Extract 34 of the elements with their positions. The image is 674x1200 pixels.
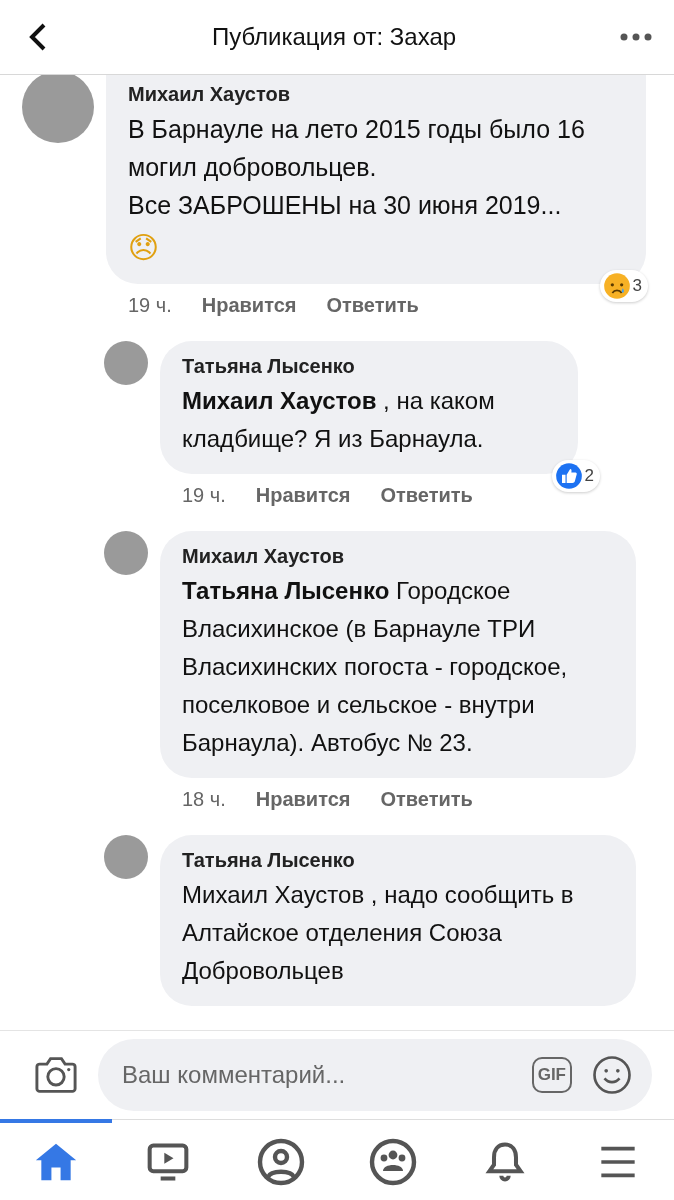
like-link[interactable]: Нравится: [201, 294, 297, 317]
comment-time: 19 ч.: [128, 294, 172, 317]
reaction-badge[interactable]: 3: [599, 270, 648, 302]
comment-text: Татьяна Лысенко Городское Власихинское (в Барнауле ТРИ Власихинских погоста - городское, поселковое и сельское - внутри Барнаула). Автобус № 23.: [182, 576, 569, 758]
author-name[interactable]: Татьяна Лысенко: [182, 849, 612, 872]
reaction-badge[interactable]: 2: [551, 460, 600, 492]
avatar[interactable]: [104, 531, 148, 575]
thumbs-up-icon: [554, 462, 583, 490]
reply-link[interactable]: Ответить: [380, 788, 473, 811]
comment-time: 18 ч.: [182, 788, 226, 811]
author-name[interactable]: Михаил Хаустов: [128, 83, 586, 106]
more-icon[interactable]: [620, 33, 652, 41]
author-name[interactable]: Михаил Хаустов: [182, 545, 612, 568]
back-icon[interactable]: [28, 22, 48, 52]
like-link[interactable]: Нравится: [255, 788, 351, 811]
comment-time: 19 ч.: [182, 484, 226, 507]
comment-text: В Барнауле на лето 2015 годы было 16 могил добровольцев. Все ЗАБРОШЕНЫ на 30 июня 2019...: [128, 114, 586, 221]
smiley-icon[interactable]: [592, 1055, 632, 1095]
page-title: Публикация от: Захар: [211, 23, 457, 51]
like-link[interactable]: Нравится: [255, 484, 351, 507]
groups-icon: [369, 1137, 418, 1186]
author-name[interactable]: Татьяна Лысенко: [182, 355, 554, 378]
reply-link[interactable]: Ответить: [326, 294, 419, 317]
avatar[interactable]: [104, 341, 148, 385]
comment-text: Михаил Хаустов , надо сообщить в Алтайское отделения Союза Добровольцев: [182, 880, 575, 986]
avatar[interactable]: [104, 835, 148, 879]
profile-icon: [256, 1137, 305, 1186]
reply-link[interactable]: Ответить: [380, 484, 473, 507]
comment-field[interactable]: Ваш комментарий... GIF: [98, 1039, 652, 1111]
camera-icon[interactable]: [34, 1055, 78, 1095]
crying-face-icon: [602, 272, 631, 300]
emoji: 😞: [128, 229, 161, 267]
gif-button[interactable]: GIF: [531, 1057, 572, 1093]
comment-text: Михаил Хаустов , на каком кладбище? Я из Барнаула.: [182, 386, 496, 454]
